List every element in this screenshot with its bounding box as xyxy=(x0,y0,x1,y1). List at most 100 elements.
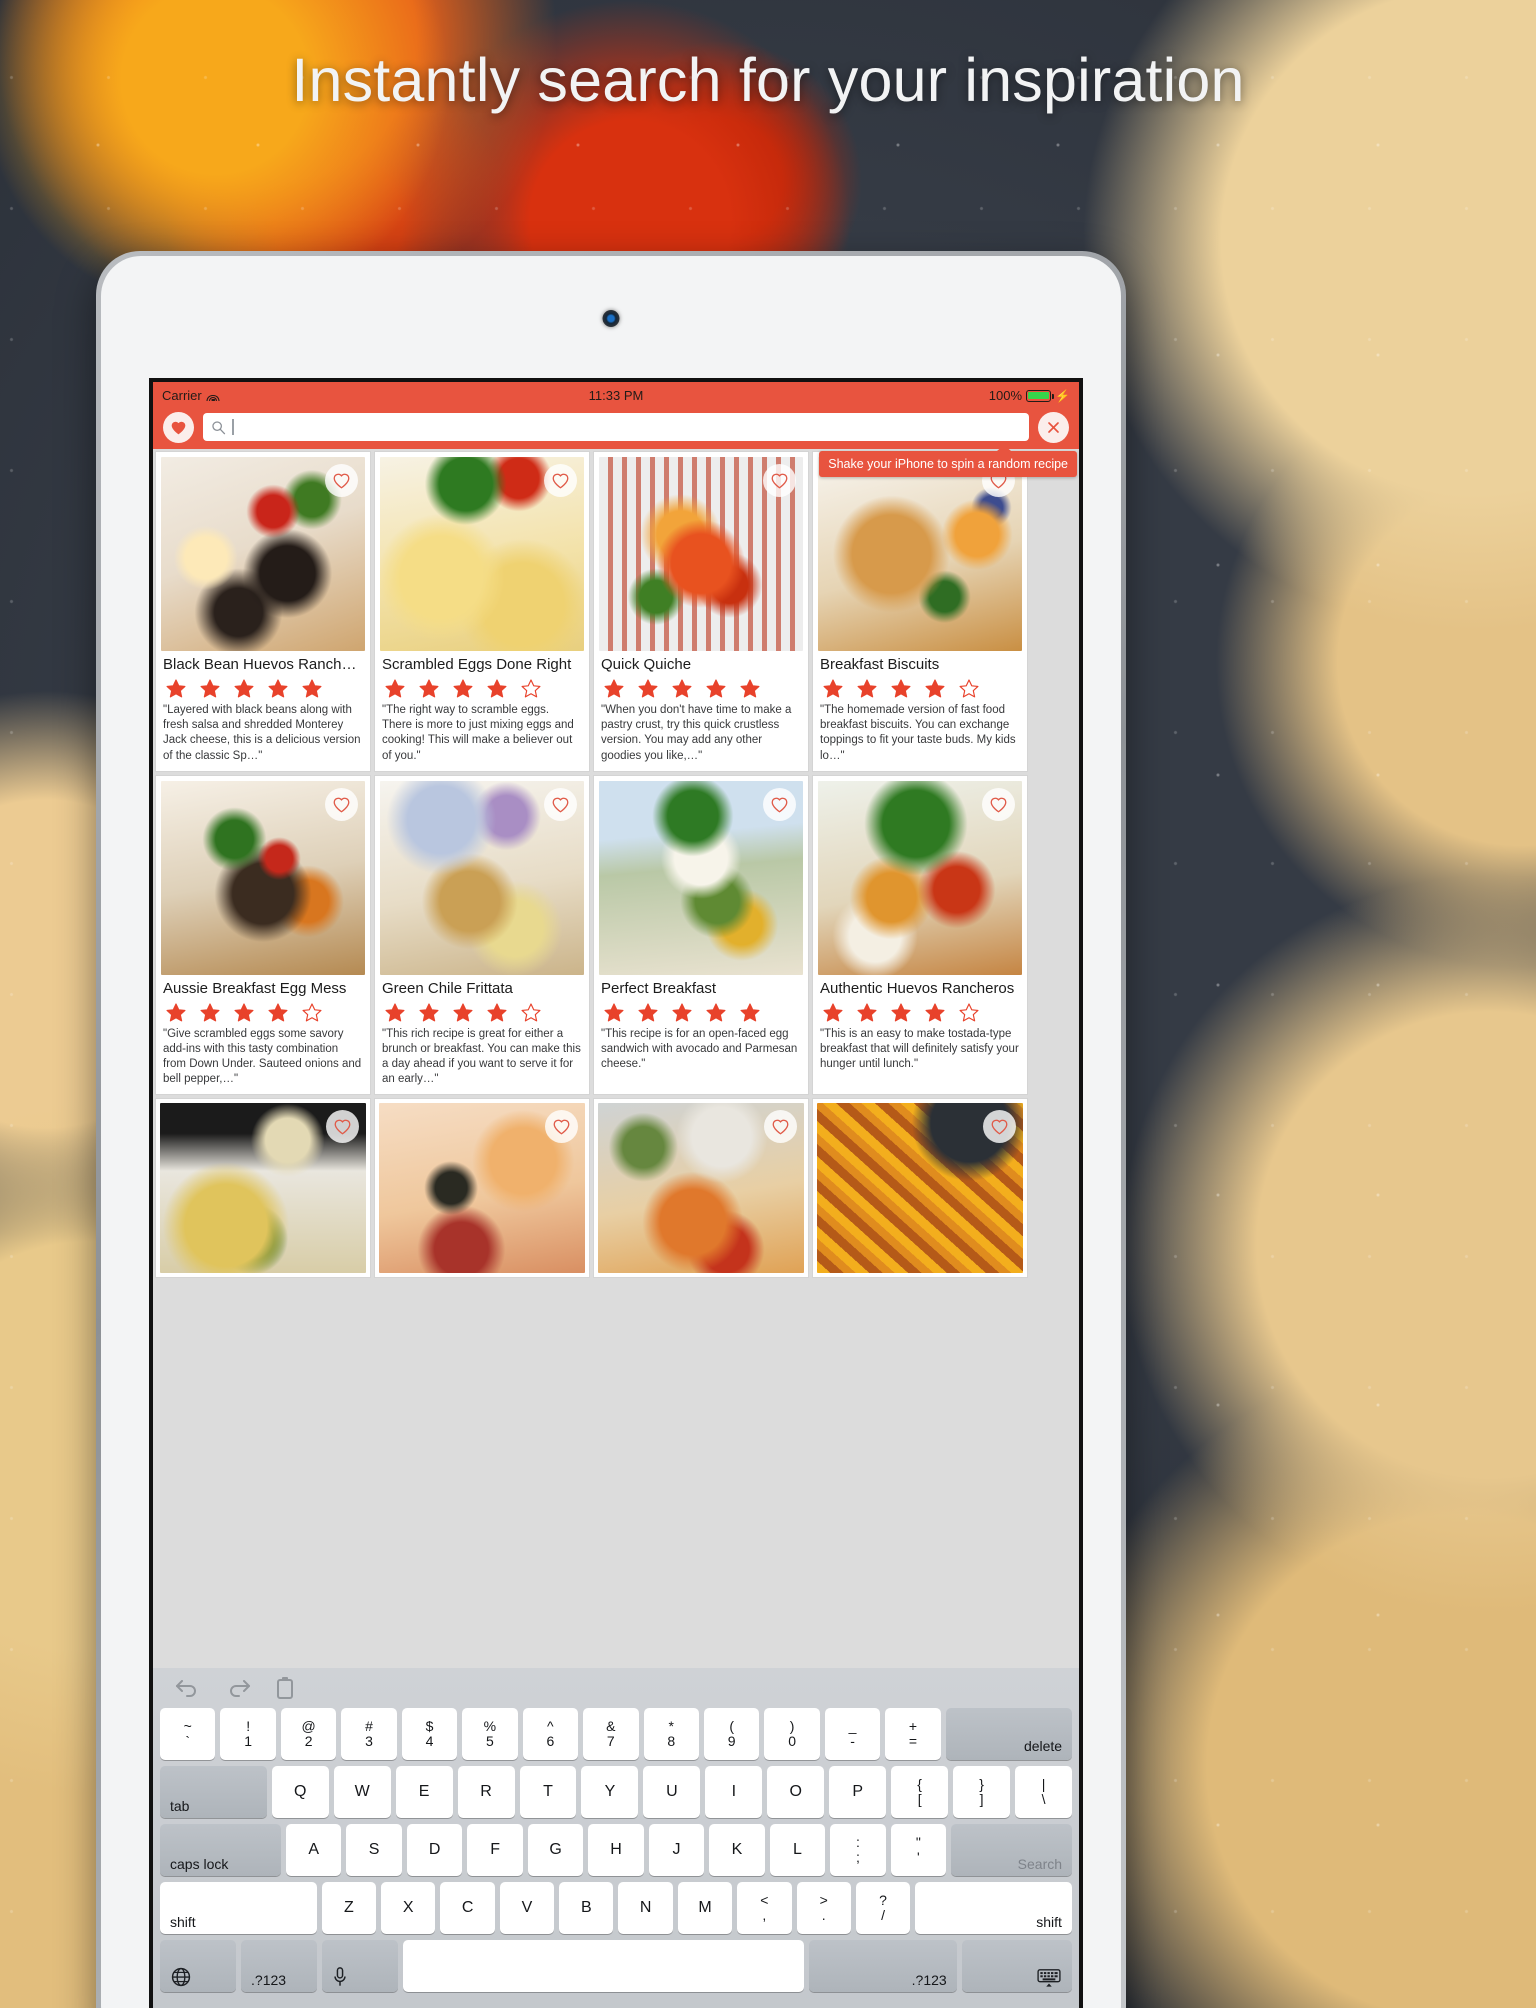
key-t[interactable]: T xyxy=(519,1766,577,1818)
key-k[interactable]: K xyxy=(709,1824,765,1876)
key-bracket-0[interactable]: {[ xyxy=(891,1766,949,1818)
favorite-button[interactable] xyxy=(545,1110,578,1144)
key-num-5[interactable]: % 5 xyxy=(462,1708,518,1760)
key-punct-0[interactable]: :; xyxy=(830,1824,886,1876)
recipe-card[interactable]: Black Bean Huevos Rancheros "Layered with… xyxy=(155,451,371,772)
key-num-1[interactable]: ! 1 xyxy=(220,1708,276,1760)
key-e[interactable]: E xyxy=(395,1766,453,1818)
key-num-8[interactable]: * 8 xyxy=(643,1708,699,1760)
key-num-3[interactable]: #3 xyxy=(341,1708,397,1760)
key-num-0[interactable]: ~ ` xyxy=(160,1708,216,1760)
key-numeric-left[interactable]: .?123 xyxy=(241,1940,318,1992)
key-sub: 5 xyxy=(486,1733,494,1749)
key-bracket-2[interactable]: | \ xyxy=(1015,1766,1072,1818)
favorite-button[interactable] xyxy=(982,787,1015,821)
heart-outline-icon xyxy=(333,473,350,489)
key-sub: 8 xyxy=(667,1733,676,1749)
favorite-button[interactable] xyxy=(544,464,577,497)
recipe-card[interactable]: Green Chile Frittata "This rich recipe is… xyxy=(374,774,590,1096)
key-f[interactable]: F xyxy=(467,1824,523,1876)
key-num-11[interactable]: _ - xyxy=(824,1708,881,1760)
key-num-6[interactable]: ^ 6 xyxy=(522,1708,579,1760)
search-input[interactable] xyxy=(239,413,1021,441)
recipe-card[interactable]: Aussie Breakfast Egg Mess "Give scrambled… xyxy=(155,774,371,1096)
key-y[interactable]: Y xyxy=(581,1766,639,1818)
key-num-10[interactable]: ) 0 xyxy=(764,1708,820,1760)
key-hide-keyboard[interactable] xyxy=(961,1940,1073,1992)
key-numeric-right[interactable]: .?123 xyxy=(809,1940,957,1992)
favorite-button[interactable] xyxy=(763,464,796,497)
key-b[interactable]: B xyxy=(559,1882,614,1934)
key-num-2[interactable]: @2 xyxy=(280,1708,337,1760)
key-l[interactable]: L xyxy=(769,1824,826,1876)
recipe-card[interactable] xyxy=(155,1098,371,1279)
recipe-title: Scrambled Eggs Done Right xyxy=(382,656,572,673)
key-num-7[interactable]: & 7 xyxy=(583,1708,639,1760)
key-search[interactable]: Search xyxy=(951,1824,1073,1876)
recipe-grid[interactable]: Shake your iPhone to spin a random recip… xyxy=(153,449,1079,1672)
recipe-card[interactable]: Authentic Huevos Rancheros "This is an ea… xyxy=(812,774,1028,1096)
recipe-card[interactable]: Quick Quiche "When you don't have time to… xyxy=(593,451,809,772)
recipe-card[interactable] xyxy=(812,1098,1028,1279)
key-z[interactable]: Z xyxy=(321,1882,377,1934)
ipad-device-frame: Carrier 11:33 PM 100% ⚡ Shake your iPhon… xyxy=(96,251,1126,2008)
recipe-title: Perfect Breakfast xyxy=(601,979,717,997)
favorite-button[interactable] xyxy=(763,787,796,821)
key-o[interactable]: O xyxy=(767,1766,825,1818)
key-s[interactable]: S xyxy=(346,1824,402,1876)
key-r[interactable]: R xyxy=(457,1766,515,1818)
key-shift-left[interactable]: shift xyxy=(160,1882,317,1934)
key-i[interactable]: I xyxy=(705,1766,763,1818)
key-sym-0[interactable]: <, xyxy=(737,1882,792,1934)
search-field[interactable] xyxy=(203,413,1029,441)
key-delete[interactable]: delete xyxy=(945,1708,1073,1760)
favorite-button[interactable] xyxy=(764,1110,797,1144)
recipe-card[interactable]: Breakfast Biscuits "The homemade version … xyxy=(812,451,1028,772)
key-p[interactable]: P xyxy=(829,1766,887,1818)
onscreen-keyboard[interactable]: ~ `! 1 @2 #3 $4% 5 ^ 6 & 7 * 8(9) 0 _ - + = delete tab Q W E R… xyxy=(153,1668,1079,2008)
key-h[interactable]: H xyxy=(588,1824,644,1876)
key-caps-lock[interactable]: caps lock xyxy=(160,1824,281,1876)
key-space[interactable] xyxy=(403,1940,805,1992)
recipe-card[interactable]: Perfect Breakfast "This recipe is for an … xyxy=(593,774,809,1096)
favorite-button[interactable] xyxy=(983,1110,1016,1144)
key-tab[interactable]: tab xyxy=(160,1766,267,1818)
recipe-card[interactable]: Scrambled Eggs Done Right "The right way … xyxy=(374,451,590,772)
key-w[interactable]: W xyxy=(333,1766,391,1818)
favorites-button[interactable] xyxy=(163,411,194,443)
key-sym-2[interactable]: ? / xyxy=(855,1882,911,1934)
key-d[interactable]: D xyxy=(406,1824,463,1876)
undo-icon[interactable] xyxy=(175,1677,201,1699)
key-num-4[interactable]: $4 xyxy=(401,1708,458,1760)
favorite-button[interactable] xyxy=(326,1110,359,1144)
favorite-button[interactable] xyxy=(325,464,358,497)
favorite-button[interactable] xyxy=(325,787,358,821)
key-sup: { xyxy=(917,1776,922,1793)
paste-icon[interactable] xyxy=(275,1676,295,1700)
key-v[interactable]: V xyxy=(499,1882,555,1934)
key-x[interactable]: X xyxy=(381,1882,436,1934)
key-c[interactable]: C xyxy=(440,1882,495,1934)
star-filled-icon xyxy=(706,679,726,698)
key-n[interactable]: N xyxy=(618,1882,673,1934)
key-q[interactable]: Q xyxy=(271,1766,329,1818)
key-microphone[interactable] xyxy=(322,1940,399,1992)
key-u[interactable]: U xyxy=(643,1766,701,1818)
favorite-button[interactable] xyxy=(544,787,577,821)
key-a[interactable]: A xyxy=(285,1824,342,1876)
key-bracket-1[interactable]: }] xyxy=(953,1766,1011,1818)
recipe-card[interactable] xyxy=(374,1098,590,1279)
key-globe[interactable] xyxy=(160,1940,237,1992)
key-punct-1[interactable]: " ' xyxy=(890,1824,947,1876)
key-g[interactable]: G xyxy=(527,1824,584,1876)
key-j[interactable]: J xyxy=(648,1824,705,1876)
key-num-9[interactable]: (9 xyxy=(703,1708,760,1760)
redo-icon[interactable] xyxy=(225,1677,251,1699)
close-search-button[interactable] xyxy=(1038,411,1069,443)
key-m[interactable]: M xyxy=(677,1882,733,1934)
key-sym-1[interactable]: >. xyxy=(796,1882,851,1934)
key-sub: [ xyxy=(917,1791,922,1807)
key-num-12[interactable]: + = xyxy=(885,1708,941,1760)
recipe-card[interactable] xyxy=(593,1098,809,1279)
key-shift-right[interactable]: shift xyxy=(915,1882,1072,1934)
